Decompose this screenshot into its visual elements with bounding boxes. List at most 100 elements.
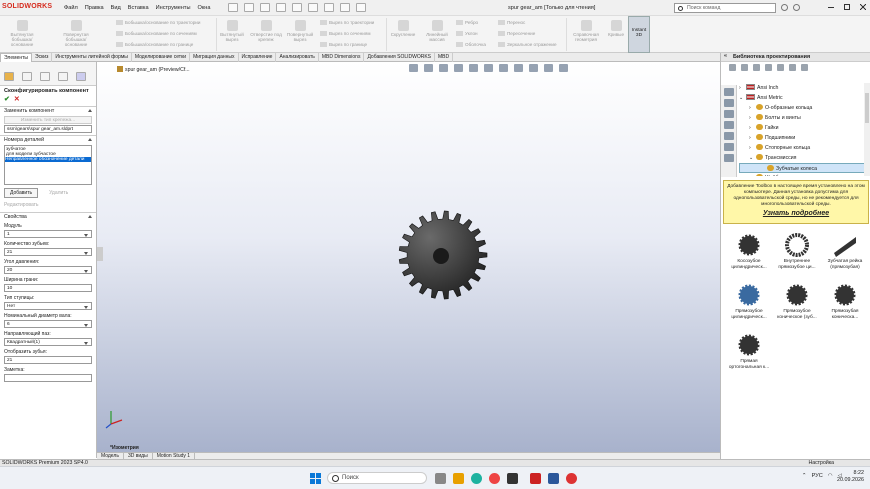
home-icon[interactable] xyxy=(228,3,238,12)
expand-chevron-icon[interactable]: › xyxy=(749,173,756,176)
revolved-boss-button[interactable]: Повернутая бобышка/основание xyxy=(56,20,96,47)
pressure-angle-dropdown[interactable]: 20 xyxy=(4,266,92,274)
library-item[interactable]: Прямозубая коническа... xyxy=(821,281,869,327)
create-folder-icon[interactable] xyxy=(765,64,772,71)
custom-properties-icon[interactable] xyxy=(723,143,734,151)
module-dropdown[interactable]: 1 xyxy=(4,230,92,238)
property-manager-icon[interactable] xyxy=(22,72,32,81)
menu-edit[interactable]: Правка xyxy=(85,5,104,11)
undo-icon[interactable] xyxy=(308,3,318,12)
word-icon[interactable] xyxy=(548,473,559,484)
tab-repair[interactable]: Исправление xyxy=(239,53,277,62)
filter-icon[interactable] xyxy=(801,64,808,71)
language-indicator[interactable]: РУС xyxy=(812,473,823,479)
swept-cut-button[interactable]: Вырез по траектории xyxy=(320,20,374,25)
design-library-title[interactable]: Библиотека проектирования xyxy=(721,53,870,62)
library-item[interactable]: Внутреннее прямозубое ци... xyxy=(773,231,821,277)
mirror-button[interactable]: Зеркальное отражение xyxy=(498,42,557,47)
rebuild-icon[interactable] xyxy=(340,3,350,12)
up-icon[interactable] xyxy=(789,64,796,71)
options-icon[interactable] xyxy=(356,3,366,12)
dimxpert-icon[interactable] xyxy=(58,72,68,81)
face-width-input[interactable]: 10 xyxy=(4,284,92,292)
tab-mbd[interactable]: MBD xyxy=(435,53,454,62)
tab-solidworks-addins[interactable]: Добавления SOLIDWORKS xyxy=(364,53,436,62)
expand-chevron-icon[interactable]: › xyxy=(749,123,756,133)
tab-mesh-modeling[interactable]: Моделирование сетки xyxy=(132,53,191,62)
teeth-count-dropdown[interactable]: 21 xyxy=(4,248,92,256)
task-view-icon[interactable] xyxy=(435,473,446,484)
menu-view[interactable]: Вид xyxy=(111,5,121,11)
draft-button[interactable]: Уклон xyxy=(456,31,478,36)
configuration-manager-icon[interactable] xyxy=(40,72,50,81)
library-item[interactable]: Прямая ортогональная к... xyxy=(725,331,773,377)
menu-insert[interactable]: Вставка xyxy=(128,5,149,11)
boundary-boss-button[interactable]: Бобышка/основание по границе xyxy=(116,42,193,47)
shell-button[interactable]: Оболочка xyxy=(456,42,486,47)
appearances-icon[interactable] xyxy=(723,132,734,140)
wrap-button[interactable]: Перенос xyxy=(498,20,525,25)
feature-manager-icon[interactable] xyxy=(4,72,14,81)
tree-scrollbar[interactable] xyxy=(864,83,870,176)
select-icon[interactable] xyxy=(324,3,334,12)
tree-item[interactable]: › Шайбы xyxy=(739,173,865,176)
forum-icon[interactable] xyxy=(723,154,734,162)
new-document-icon[interactable] xyxy=(244,3,254,12)
tree-item[interactable]: › Ansi Inch xyxy=(739,83,865,93)
taskbar-clock[interactable]: 8:22 20.09.2026 xyxy=(837,470,864,484)
learn-more-link[interactable]: Узнать подробнее xyxy=(726,210,866,217)
keyway-dropdown[interactable]: Квадратный(1) xyxy=(4,338,92,346)
close-icon[interactable] xyxy=(860,4,866,10)
windows-start-icon[interactable] xyxy=(310,473,321,484)
extruded-cut-button[interactable]: Вытянутый вырез xyxy=(218,20,246,42)
revolved-cut-button[interactable]: Повернутый вырез xyxy=(285,20,315,42)
boundary-cut-button[interactable]: Вырез по границе xyxy=(320,42,367,47)
add-button[interactable]: Добавить xyxy=(4,188,39,198)
collapse-panel-handle[interactable] xyxy=(97,247,103,261)
fillet-button[interactable]: Скругление xyxy=(388,20,418,37)
menu-tools[interactable]: Инструменты xyxy=(156,5,191,11)
zoom-area-icon[interactable] xyxy=(424,64,433,72)
replace-section-header[interactable]: Заменить компонент xyxy=(0,106,96,115)
display-manager-icon[interactable] xyxy=(76,72,86,81)
edit-button[interactable]: Редактировать xyxy=(0,200,96,208)
menu-window[interactable]: Окна xyxy=(197,5,210,11)
hole-wizard-button[interactable]: Отверстие под крепеж xyxy=(250,20,282,42)
tree-item[interactable]: › О-образные кольца xyxy=(739,103,865,113)
add-location-icon[interactable] xyxy=(753,64,760,71)
zoom-to-fit-icon[interactable] xyxy=(409,64,418,72)
open-icon[interactable] xyxy=(260,3,270,12)
view-orientation-icon[interactable] xyxy=(469,64,478,72)
rib-button[interactable]: Ребро xyxy=(456,20,478,25)
component-path-field[interactable]: ssm\gears\spur gear_am.sldprt xyxy=(4,125,92,133)
scene-icon[interactable] xyxy=(529,64,538,72)
library-item[interactable]: Косозубое цилиндрическ... xyxy=(725,231,773,277)
intersect-button[interactable]: Пересечение xyxy=(498,31,535,36)
library-item[interactable]: Зубчатая рейка (прямозубая) xyxy=(821,231,869,277)
previous-view-icon[interactable] xyxy=(439,64,448,72)
list-item-selected[interactable]: Неправленное обозначение детали xyxy=(5,157,91,162)
maximize-icon[interactable] xyxy=(844,4,850,10)
edit-appearance-icon[interactable] xyxy=(514,64,523,72)
reference-geometry-button[interactable]: Справочная геометрия xyxy=(568,20,604,42)
expand-chevron-icon[interactable]: › xyxy=(749,103,756,113)
tree-item[interactable]: ⌄ Трансмиссия xyxy=(739,153,865,163)
display-pane-icon[interactable] xyxy=(559,64,568,72)
tab-mold-tools[interactable]: Инструменты литейной формы xyxy=(52,53,132,62)
shaft-diameter-dropdown[interactable]: 6 xyxy=(4,320,92,328)
document-tree-label[interactable]: spur gear_am (Preview/Cf... xyxy=(117,66,190,73)
expand-chevron-icon[interactable]: ⌄ xyxy=(749,153,756,163)
display-style-icon[interactable] xyxy=(484,64,493,72)
tree-item[interactable]: ⌄ Ansi Metric xyxy=(739,93,865,103)
expand-chevron-icon[interactable]: › xyxy=(749,133,756,143)
tab-mbd-dimensions[interactable]: MBD Dimensions xyxy=(319,53,365,62)
tray-chevron-icon[interactable]: ⌃ xyxy=(802,473,807,479)
expand-chevron-icon[interactable]: › xyxy=(749,113,756,123)
spur-gear-model[interactable] xyxy=(395,207,491,303)
library-item[interactable]: Прямозубое коническое (зуб... xyxy=(773,281,821,327)
command-search-input[interactable]: Поиск команд xyxy=(674,3,776,13)
solidworks-taskbar-icon[interactable] xyxy=(530,473,541,484)
lofted-boss-button[interactable]: Бобышка/основание по сечениям xyxy=(116,31,197,36)
tree-item[interactable]: › Стопорные кольца xyxy=(739,143,865,153)
hub-type-dropdown[interactable]: Нет xyxy=(4,302,92,310)
